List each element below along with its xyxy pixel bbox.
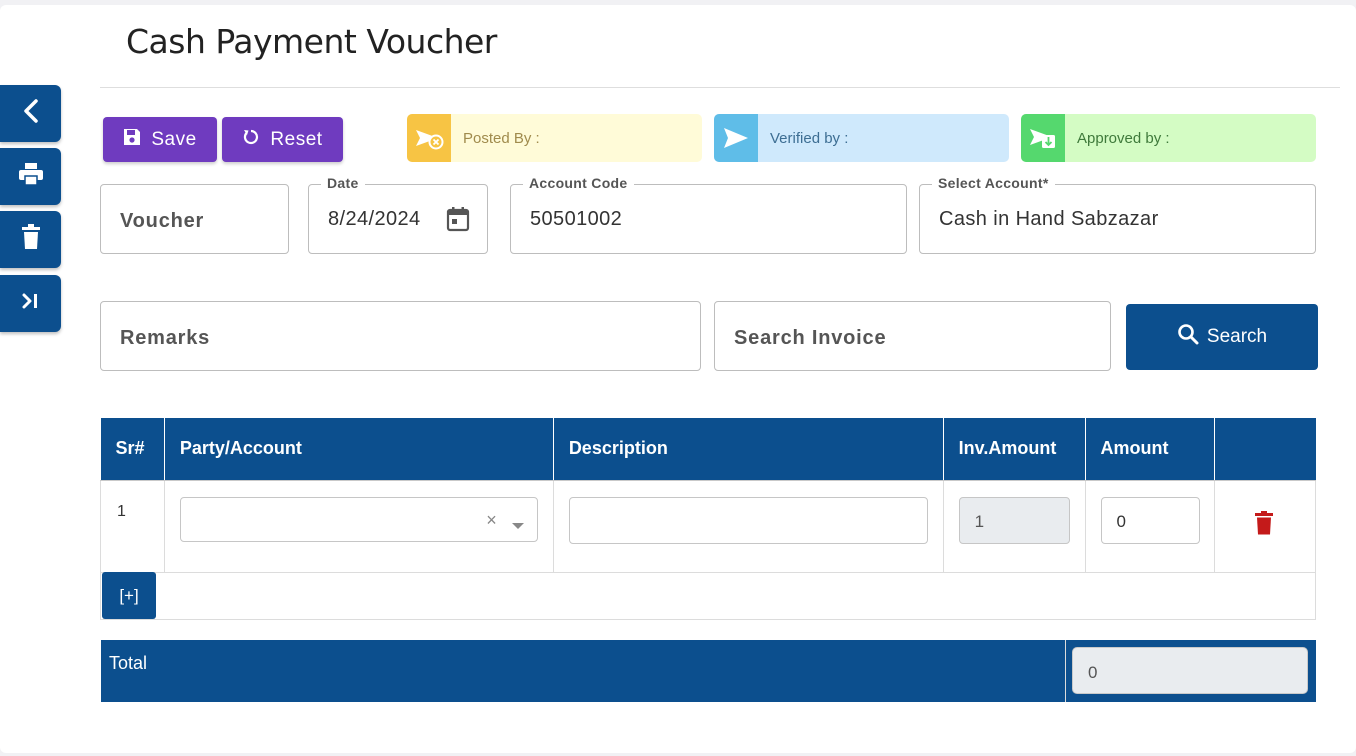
chevron-left-icon <box>20 98 42 129</box>
col-actions <box>1214 418 1316 481</box>
add-row-button[interactable]: [+] <box>102 572 156 619</box>
date-value: 8/24/2024 <box>328 208 421 230</box>
row-actions-cell <box>1214 479 1316 573</box>
col-amount: Amount <box>1085 418 1216 481</box>
save-label: Save <box>151 128 197 150</box>
total-divider <box>1065 640 1066 702</box>
approved-by-label: Approved by : <box>1077 129 1170 147</box>
page-title: Cash Payment Voucher <box>126 22 497 61</box>
search-button-label: Search <box>1206 326 1268 347</box>
save-button[interactable]: Save <box>103 117 217 162</box>
col-sr: Sr# <box>100 418 165 481</box>
party-account-select[interactable]: × <box>179 496 538 542</box>
approved-by-badge: Approved by : <box>1021 114 1316 162</box>
verified-by-label: Verified by : <box>770 129 849 147</box>
date-label: Date <box>321 175 365 191</box>
account-code-label: Account Code <box>523 175 634 191</box>
date-field[interactable]: Date 8/24/2024 <box>308 175 488 254</box>
row-amount-cell: 0 <box>1084 479 1216 573</box>
title-divider <box>100 87 1340 88</box>
account-code-value: 50501002 <box>530 208 623 230</box>
col-inv-amount: Inv.Amount <box>943 418 1086 481</box>
table-row: 1 × 1 0 <box>100 479 1316 573</box>
search-invoice-placeholder: Search Invoice <box>734 327 887 349</box>
select-account-field[interactable]: Select Account* Cash in Hand Sabzazar <box>919 175 1316 254</box>
delete-voucher-button[interactable] <box>0 211 61 268</box>
verified-by-badge: Verified by : <box>714 114 1009 162</box>
amount-input[interactable]: 0 <box>1100 496 1200 544</box>
print-button[interactable] <box>0 148 61 205</box>
print-icon <box>18 162 44 191</box>
back-button[interactable] <box>0 85 61 142</box>
total-amount-value: 0 <box>1088 663 1098 682</box>
row-sr: 1 <box>100 479 165 573</box>
select-account-label: Select Account* <box>932 175 1055 191</box>
reset-icon <box>242 128 260 152</box>
total-bar: Total 0 <box>101 640 1316 702</box>
total-amount-field: 0 <box>1072 647 1308 694</box>
search-invoice-field[interactable]: Search Invoice <box>714 301 1111 371</box>
search-button[interactable]: Search <box>1126 304 1318 370</box>
posted-icon <box>407 114 451 162</box>
send-icon <box>714 114 758 162</box>
clear-icon[interactable]: × <box>486 510 497 531</box>
posted-by-badge: Posted By : <box>407 114 702 162</box>
select-account-value: Cash in Hand Sabzazar <box>939 208 1159 230</box>
voucher-placeholder: Voucher <box>120 210 205 232</box>
add-row-bar: [+] <box>100 572 1316 620</box>
inv-amount-value: 1 <box>974 511 985 531</box>
amount-value: 0 <box>1116 511 1126 531</box>
col-description: Description <box>553 418 944 481</box>
voucher-field[interactable]: Voucher <box>100 184 289 254</box>
skip-to-end-icon <box>20 291 42 316</box>
inv-amount-input: 1 <box>958 496 1070 544</box>
delete-row-trash-icon[interactable] <box>1254 510 1274 539</box>
posted-by-label: Posted By : <box>463 129 540 147</box>
row-inv-amount-cell: 1 <box>942 479 1086 573</box>
approved-icon <box>1021 114 1065 162</box>
account-code-field[interactable]: Account Code 50501002 <box>510 175 907 254</box>
chevron-down-icon[interactable] <box>511 517 525 535</box>
trash-icon <box>21 224 41 255</box>
row-party-cell: × <box>163 479 554 573</box>
table-header-row: Sr# Party/Account Description Inv.Amount… <box>100 418 1316 481</box>
total-label: Total <box>109 653 148 673</box>
reset-button[interactable]: Reset <box>222 117 343 162</box>
description-input[interactable] <box>568 496 928 544</box>
reset-label: Reset <box>270 128 323 150</box>
voucher-lines-table: Sr# Party/Account Description Inv.Amount… <box>100 418 1316 573</box>
row-description-cell <box>552 479 944 573</box>
last-record-button[interactable] <box>0 275 61 332</box>
search-icon <box>1177 323 1199 351</box>
remarks-placeholder: Remarks <box>120 327 211 349</box>
calendar-icon[interactable] <box>446 206 470 237</box>
save-icon <box>123 128 141 152</box>
remarks-field[interactable]: Remarks <box>100 301 701 371</box>
col-party-account: Party/Account <box>164 418 554 481</box>
